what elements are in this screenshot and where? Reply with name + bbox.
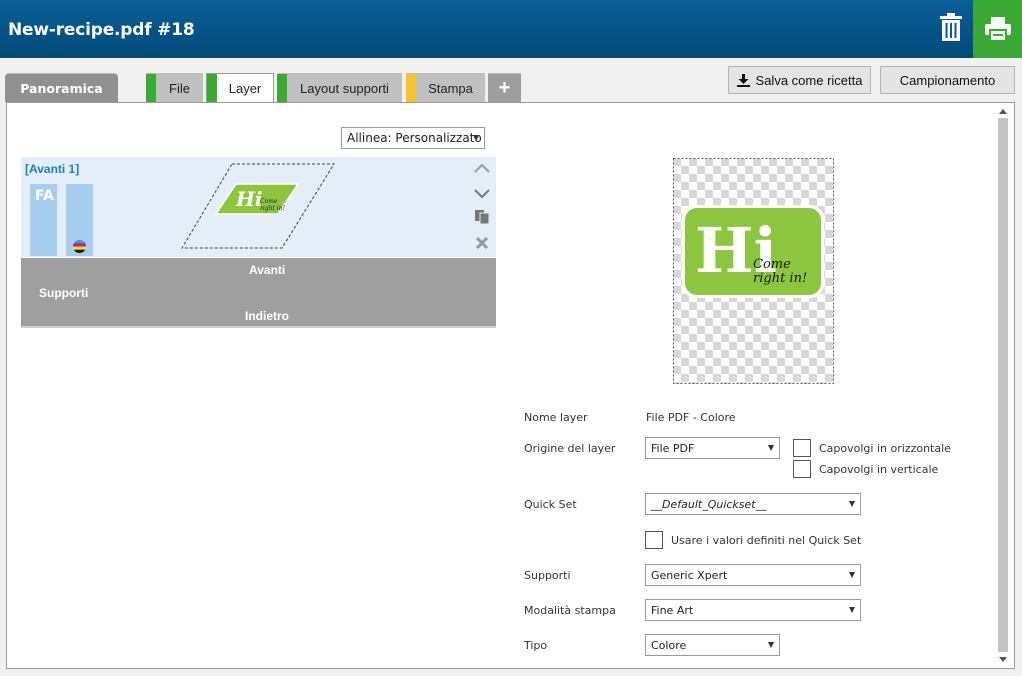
scroll-down-icon[interactable] bbox=[996, 655, 1010, 665]
print-mode-select[interactable]: Fine Art bbox=[645, 599, 861, 621]
quickset-value: __Default_Quickset__ bbox=[651, 497, 767, 511]
print-mode-value: Fine Art bbox=[651, 603, 694, 617]
print-mode-label: Modalità stampa bbox=[524, 604, 616, 617]
layer-origin-label: Origine del layer bbox=[524, 442, 616, 455]
logo-tagline-2: right in! bbox=[753, 271, 807, 286]
layer-name-label: Nome layer bbox=[524, 411, 588, 424]
media-select[interactable]: Generic Xpert bbox=[645, 564, 861, 586]
align-value: Allinea: Personalizzato bbox=[347, 131, 482, 145]
logo-tagline-1: Come bbox=[753, 257, 791, 272]
type-select[interactable]: Colore bbox=[645, 634, 780, 656]
vertical-scrollbar[interactable] bbox=[996, 104, 1010, 667]
tab-layout-supporti[interactable]: Layout supporti bbox=[277, 73, 402, 102]
use-quickset-label: Usare i valori definiti nel Quick Set bbox=[671, 534, 862, 547]
chevron-down-icon bbox=[849, 607, 855, 613]
tab-color-bar bbox=[406, 74, 416, 102]
scroll-up-icon[interactable] bbox=[996, 106, 1010, 116]
tab-label: File bbox=[169, 80, 190, 96]
media-value: Generic Xpert bbox=[651, 568, 728, 582]
tab-file[interactable]: File bbox=[146, 73, 203, 102]
svg-text:right in!: right in! bbox=[260, 205, 286, 212]
window-title: New-recipe.pdf #18 bbox=[8, 20, 195, 40]
print-button[interactable] bbox=[973, 0, 1022, 58]
flip-horizontal-checkbox[interactable] bbox=[793, 439, 811, 457]
chevron-up-icon[interactable] bbox=[473, 162, 491, 174]
media-label: Supporti bbox=[39, 286, 89, 300]
quickset-label: Quick Set bbox=[524, 498, 577, 511]
media-field-label: Supporti bbox=[524, 569, 571, 582]
trash-icon[interactable] bbox=[936, 12, 966, 44]
add-tab-button[interactable]: + bbox=[488, 73, 521, 102]
type-value: Colore bbox=[651, 638, 687, 652]
tab-color-bar bbox=[277, 74, 287, 102]
printer-icon bbox=[984, 17, 1011, 41]
type-label: Tipo bbox=[524, 639, 548, 652]
fa-label: FA bbox=[35, 188, 54, 204]
copy-icon[interactable] bbox=[474, 209, 490, 225]
save-recipe-label: Salva come ricetta bbox=[755, 72, 863, 88]
chevron-down-icon bbox=[849, 572, 855, 578]
svg-text:Hi: Hi bbox=[235, 187, 263, 211]
svg-text:Come: Come bbox=[260, 198, 278, 205]
chevron-down-icon bbox=[768, 445, 774, 451]
flip-vertical-label: Capovolgi in verticale bbox=[819, 463, 939, 476]
layer-preview: Hi Come right in! bbox=[673, 158, 834, 384]
tab-stampa[interactable]: Stampa bbox=[406, 73, 485, 102]
flip-vertical-checkbox[interactable] bbox=[793, 460, 811, 478]
chevron-down-icon bbox=[849, 501, 855, 507]
flip-horizontal-label: Capovolgi in orizzontale bbox=[819, 442, 951, 455]
use-quickset-checkbox[interactable] bbox=[645, 531, 663, 549]
download-icon bbox=[736, 73, 750, 87]
cmyk-icon bbox=[73, 240, 86, 253]
back-label: Indietro bbox=[245, 309, 289, 323]
layer-origin-value: File PDF bbox=[651, 441, 695, 455]
layer-side-title: [Avanti 1] bbox=[25, 162, 80, 176]
chevron-down-icon bbox=[768, 642, 774, 648]
tab-layer[interactable]: Layer bbox=[206, 73, 274, 103]
tab-label: Stampa bbox=[428, 80, 473, 96]
quickset-select[interactable]: __Default_Quickset__ bbox=[645, 493, 861, 515]
layer-name-value: File PDF - Colore bbox=[646, 411, 736, 424]
layer-origin-select[interactable]: File PDF bbox=[645, 437, 780, 459]
chevron-down-icon bbox=[473, 135, 479, 141]
tab-panoramica[interactable]: Panoramica bbox=[5, 73, 118, 102]
layer-thumbnail: Hi Come right in! bbox=[181, 163, 335, 249]
delete-icon[interactable] bbox=[475, 236, 489, 250]
front-label: Avanti bbox=[249, 263, 286, 277]
tab-label: Layout supporti bbox=[300, 80, 389, 96]
sampling-button[interactable]: Campionamento bbox=[880, 66, 1015, 94]
chevron-down-icon[interactable] bbox=[473, 187, 491, 199]
save-recipe-button[interactable]: Salva come ricetta bbox=[728, 66, 871, 94]
tab-color-bar bbox=[146, 74, 156, 102]
media-section[interactable]: Avanti Supporti Indietro bbox=[21, 258, 496, 328]
align-select[interactable]: Allinea: Personalizzato bbox=[341, 127, 485, 149]
tab-label: Layer bbox=[228, 81, 262, 96]
tab-color-bar bbox=[207, 74, 217, 103]
title-bar: New-recipe.pdf #18 bbox=[0, 0, 1022, 58]
scrollbar-thumb[interactable] bbox=[998, 118, 1008, 652]
